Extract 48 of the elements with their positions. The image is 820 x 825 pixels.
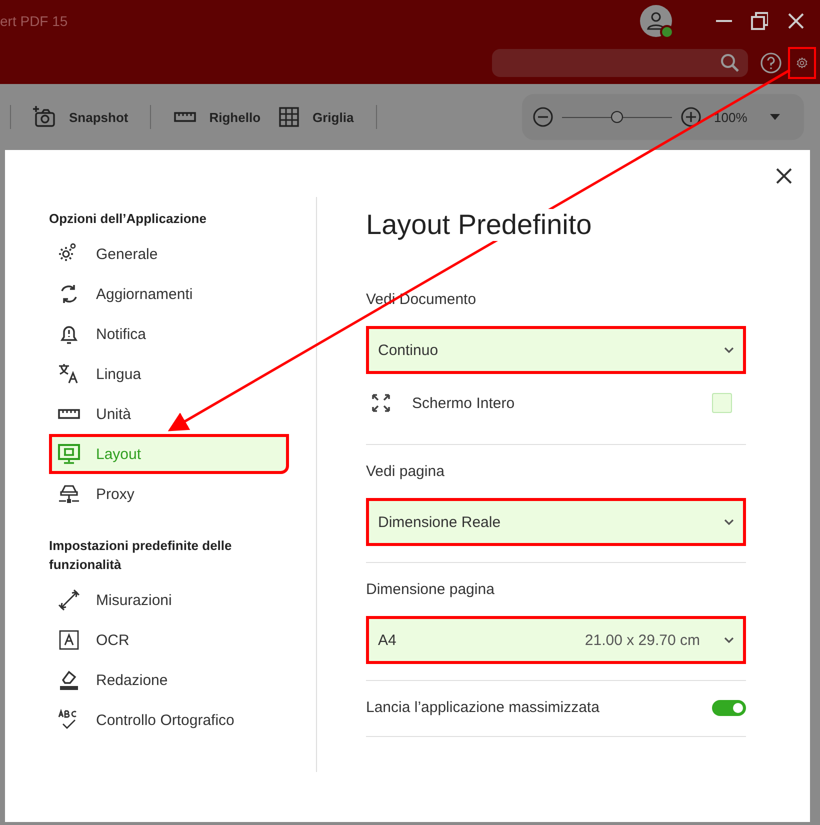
page-title: Layout Predefinito [366, 209, 592, 241]
avatar-button[interactable] [640, 5, 672, 37]
grid-tool[interactable]: Griglia [268, 105, 362, 129]
sidebar-heading: Opzioni dell’Applicazione [49, 210, 208, 228]
zoom-reading: 100% [714, 110, 748, 124]
zoom-slider-thumb[interactable] [611, 110, 623, 122]
caret-icon[interactable] [769, 113, 782, 121]
ruler-tool[interactable]: Righello [165, 105, 269, 129]
toggle-label: Lancia l’applicazione massimizzata [366, 699, 600, 716]
fullscreen-icon [372, 394, 390, 412]
chevron-icon [724, 347, 734, 353]
sidebar-item[interactable]: Misurazioni [49, 580, 289, 620]
settings-button[interactable] [788, 47, 816, 79]
layout-icon [57, 442, 81, 466]
sidebar-item[interactable]: Redazione [49, 660, 289, 700]
chevron-icon [724, 637, 734, 643]
sidebar-item[interactable]: OCR [49, 620, 289, 660]
grid-icon [276, 105, 301, 129]
zoom-out-icon[interactable] [532, 106, 554, 128]
proxy-icon [57, 482, 81, 506]
camera-icon [33, 105, 57, 129]
checkbox[interactable] [712, 393, 732, 413]
search-icon [720, 53, 740, 73]
section-label: Dimensione pagina [366, 581, 496, 598]
help-icon[interactable] [760, 52, 782, 74]
search-field[interactable] [492, 49, 748, 77]
option-label: Schermo Intero [412, 394, 516, 412]
sidebar-item[interactable]: Lingua [49, 354, 289, 394]
sidebar-item[interactable]: Proxy [49, 474, 289, 514]
ocr-icon [57, 628, 81, 652]
measure-icon [57, 588, 81, 612]
dropdown[interactable]: A4 21.00 x 29.70 cm [366, 616, 746, 664]
sidebar-item[interactable]: Controllo Ortografico [49, 700, 289, 740]
zoom-in-icon[interactable] [680, 106, 702, 128]
chevron-icon [724, 519, 734, 525]
window-title: ert PDF 15 [0, 13, 69, 29]
close-icon[interactable] [774, 166, 794, 186]
sidebar-item[interactable]: Notifica [49, 314, 289, 354]
snapshot-tool[interactable]: Snapshot [25, 105, 136, 129]
sidebar-item[interactable]: Aggiornamenti [49, 274, 289, 314]
sidebar-item[interactable]: Generale [49, 234, 289, 274]
section-label: Vedi pagina [366, 463, 446, 480]
dropdown[interactable]: Continuo [366, 326, 746, 374]
sidebar-item[interactable]: Unità [49, 394, 289, 434]
eraser-icon [57, 668, 81, 692]
dropdown[interactable]: Dimensione Reale [366, 498, 746, 546]
toggle-switch[interactable] [712, 700, 746, 716]
sidebar-heading: Impostazioni predefinite delle funzionalità [49, 537, 233, 574]
